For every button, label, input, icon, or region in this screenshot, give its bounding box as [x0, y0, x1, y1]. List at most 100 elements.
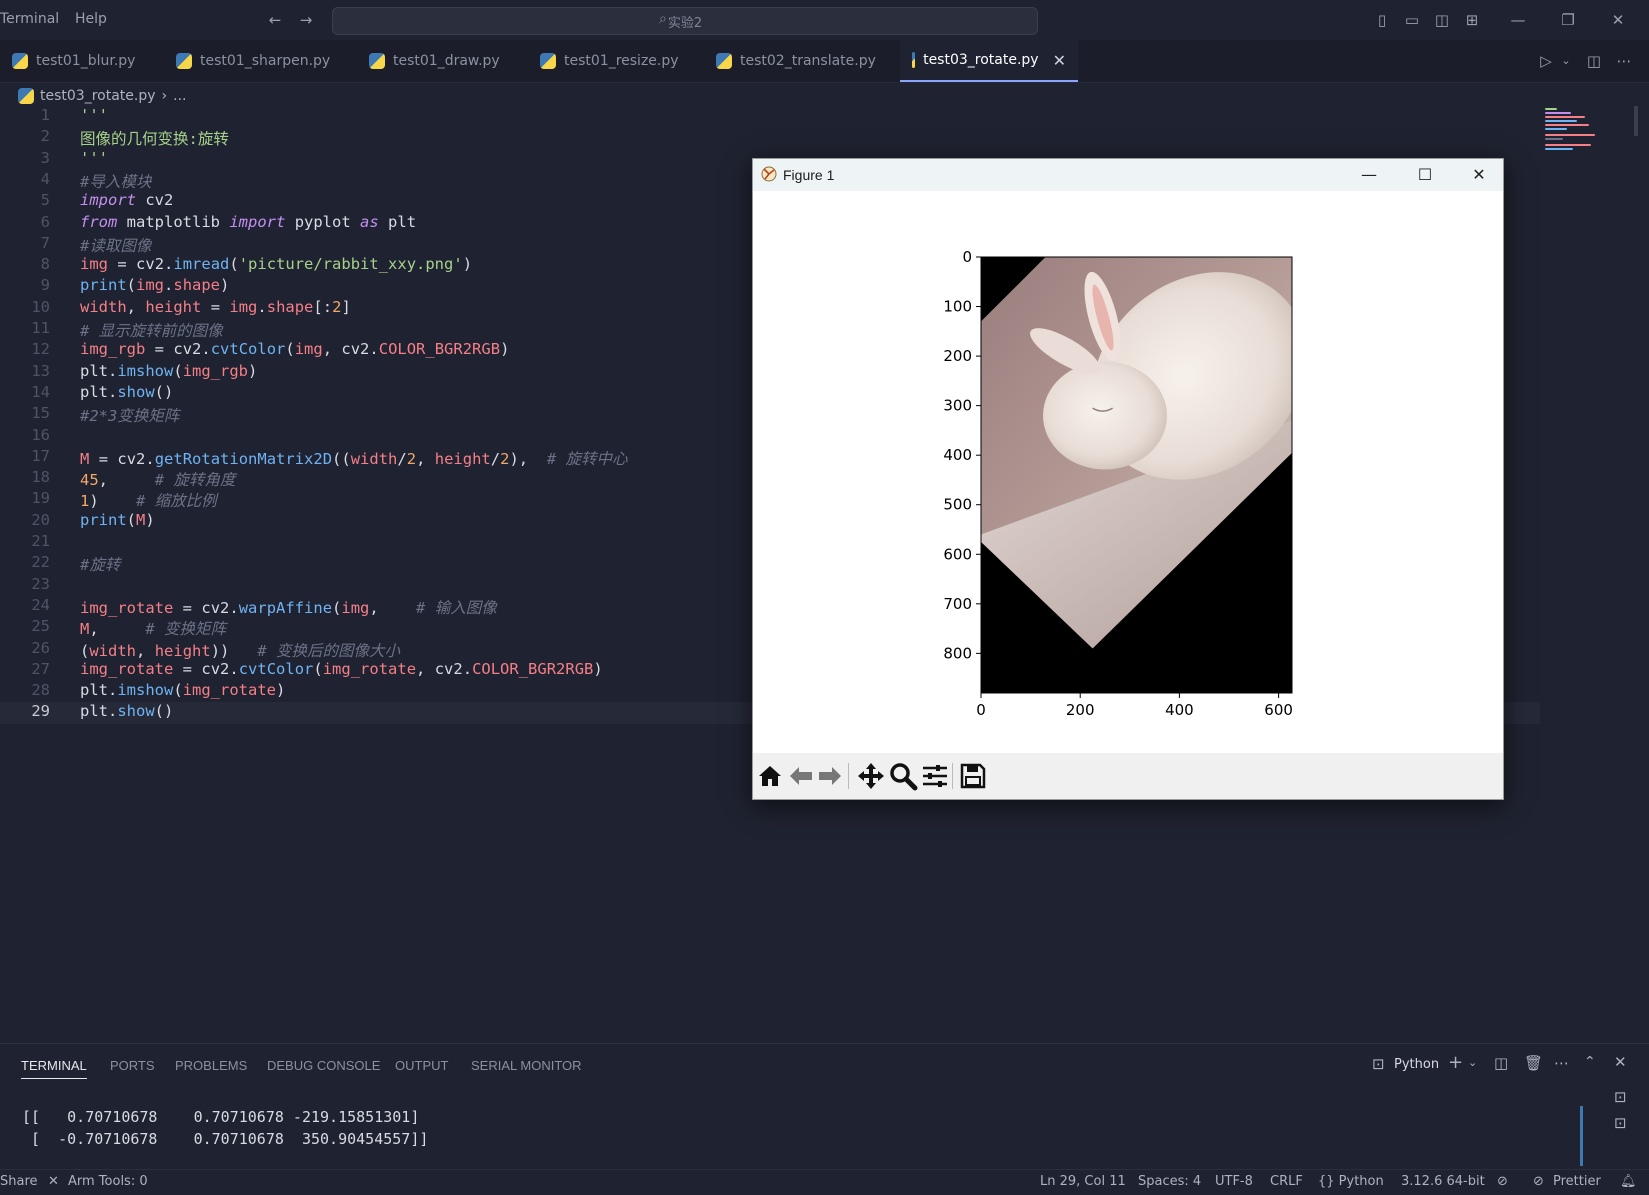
kill-terminal-icon[interactable]: 🗑 [1524, 1054, 1543, 1072]
status-arm-tools[interactable]: Arm Tools: 0 [68, 1174, 148, 1189]
panel-tab-output[interactable]: OUTPUT [395, 1058, 448, 1073]
terminal-instance-icon[interactable]: ⊡ [1614, 1114, 1627, 1132]
matplotlib-figure-window[interactable]: Figure 1 — ☐ ✕ 0 200 400 600 0 100 200 3… [752, 158, 1504, 800]
window-close-icon[interactable]: ✕ [1608, 10, 1628, 30]
breadcrumb: test03_rotate.py › ... [18, 86, 186, 106]
line-number: 3 [40, 148, 50, 167]
minimap[interactable] [1545, 108, 1615, 158]
panel-tab-problems[interactable]: PROBLEMS [175, 1058, 247, 1073]
title-bar: Terminal Help ← → 实验2 ⌕ ▯ ▭ ◫ ⊞ — ❐ ✕ [0, 0, 1649, 40]
status-eol[interactable]: CRLF [1270, 1174, 1303, 1189]
menu-terminal[interactable]: Terminal [0, 11, 59, 27]
customize-layout-icon[interactable]: ⊞ [1462, 10, 1482, 30]
run-file-icon[interactable]: ▷ [1536, 51, 1556, 71]
breadcrumb-more[interactable]: ... [173, 88, 186, 104]
line-number: 22 [31, 553, 50, 572]
back-arrow-icon[interactable] [786, 761, 816, 791]
menu-help[interactable]: Help [75, 11, 107, 27]
line-number: 7 [40, 233, 50, 252]
editor-tab-bar: test01_blur.py test01_sharpen.py test01_… [0, 40, 1649, 83]
line-number: 12 [31, 340, 50, 359]
line-number: 16 [31, 425, 50, 444]
code-line[interactable]: 2 图像的几何变换:旋转 [0, 127, 1540, 149]
forward-arrow-icon[interactable] [815, 761, 845, 791]
line-number: 26 [31, 638, 50, 657]
status-prettier[interactable]: Prettier [1553, 1174, 1601, 1189]
status-bar: Share ✕ Arm Tools: 0 Ln 29, Col 11 Space… [0, 1169, 1649, 1195]
status-indentation[interactable]: Spaces: 4 [1138, 1174, 1201, 1189]
toggle-panel-icon[interactable]: ▭ [1402, 10, 1422, 30]
figure-title-bar[interactable]: Figure 1 — ☐ ✕ [753, 159, 1503, 191]
split-editor-icon[interactable]: ◫ [1584, 51, 1604, 71]
line-number: 11 [31, 319, 50, 337]
tab-label: test01_blur.py [36, 53, 136, 69]
tab-test02-translate[interactable]: test02_translate.py [704, 40, 900, 82]
save-icon[interactable] [958, 761, 988, 791]
line-number: 4 [40, 169, 50, 188]
notifications-bell-icon[interactable]: 🔔︎ [1620, 1174, 1637, 1189]
code-text: #读取图像 [80, 236, 152, 255]
panel-tab-terminal[interactable]: TERMINAL [21, 1058, 87, 1079]
figure-canvas[interactable]: 0 200 400 600 0 100 200 300 400 500 600 700 800 [753, 191, 1503, 753]
status-cursor-position[interactable]: Ln 29, Col 11 [1040, 1174, 1126, 1189]
chevron-down-icon[interactable]: ⌄ [1468, 1056, 1477, 1069]
code-text: ''' [80, 148, 108, 167]
y-tick-label: 100 [943, 298, 972, 316]
y-tick-label: 0 [962, 248, 972, 266]
code-text: print(M) [80, 510, 155, 529]
line-number: 15 [31, 404, 50, 423]
breadcrumb-file[interactable]: test03_rotate.py [40, 88, 156, 104]
figure-title: Figure 1 [783, 167, 835, 183]
python-file-icon [176, 53, 192, 69]
line-number: 14 [31, 382, 50, 401]
back-arrow-icon[interactable]: ← [265, 10, 285, 30]
terminal-instance-icon[interactable]: ⊡ [1614, 1088, 1627, 1106]
toggle-primary-sidebar-icon[interactable]: ▯ [1372, 10, 1392, 30]
x-tick-label: 600 [1264, 701, 1293, 719]
panel-tab-ports[interactable]: PORTS [110, 1058, 155, 1073]
tab-test01-draw[interactable]: test01_draw.py [357, 40, 527, 82]
more-actions-icon[interactable]: ⋯ [1614, 51, 1634, 71]
code-line[interactable]: 1 ''' [0, 106, 1540, 128]
panel-tab-debug-console[interactable]: DEBUG CONSOLE [267, 1058, 380, 1073]
window-minimize-icon[interactable]: — [1508, 10, 1528, 30]
figure-minimize-button[interactable]: — [1349, 163, 1389, 187]
close-panel-icon[interactable]: ✕ [1614, 1053, 1627, 1071]
panel-tab-serial-monitor[interactable]: SERIAL MONITOR [471, 1058, 582, 1073]
y-tick-label: 700 [943, 595, 972, 613]
status-interpreter[interactable]: 3.12.6 64-bit [1401, 1174, 1485, 1189]
copilot-icon[interactable]: ⊘ [1497, 1174, 1508, 1189]
zoom-icon[interactable] [888, 761, 918, 791]
editor-scrollbar[interactable] [1634, 106, 1638, 136]
tab-test01-resize[interactable]: test01_resize.py [528, 40, 703, 82]
status-language[interactable]: {} Python [1318, 1174, 1384, 1189]
line-number: 2 [40, 127, 50, 146]
tab-close-icon[interactable]: ✕ [1053, 51, 1066, 70]
tab-test03-rotate[interactable]: test03_rotate.py ✕ [900, 40, 1078, 82]
forward-arrow-icon[interactable]: → [296, 10, 316, 30]
configure-subplots-icon[interactable] [920, 761, 950, 791]
toggle-secondary-sidebar-icon[interactable]: ◫ [1432, 10, 1452, 30]
status-share[interactable]: Share [0, 1174, 38, 1189]
code-text: # 显示旋转前的图像 [80, 322, 223, 340]
window-restore-icon[interactable]: ❐ [1558, 10, 1578, 30]
maximize-panel-icon[interactable]: ⌃ [1584, 1054, 1596, 1070]
terminal-shell-icon: ⊡ [1372, 1055, 1385, 1073]
figure-close-button[interactable]: ✕ [1459, 163, 1499, 187]
code-text: img = cv2.imread('picture/rabbit_xxy.png… [80, 255, 473, 274]
terminal-shell-label[interactable]: Python [1394, 1057, 1439, 1072]
more-actions-icon[interactable]: ⋯ [1554, 1054, 1569, 1072]
code-text: #旋转 [80, 556, 121, 575]
tab-test01-sharpen[interactable]: test01_sharpen.py [164, 40, 354, 82]
chevron-down-icon[interactable]: ⌄ [1556, 51, 1576, 71]
pan-icon[interactable] [856, 761, 886, 791]
tab-test01-blur[interactable]: test01_blur.py [0, 40, 160, 82]
tab-label: test01_resize.py [564, 53, 679, 69]
code-text: print(img.shape) [80, 276, 230, 295]
status-encoding[interactable]: UTF-8 [1215, 1174, 1253, 1189]
figure-maximize-button[interactable]: ☐ [1405, 163, 1445, 187]
command-center-search[interactable]: 实验2 ⌕ [332, 7, 1038, 35]
new-terminal-icon[interactable]: + [1448, 1052, 1463, 1073]
split-terminal-icon[interactable]: ◫ [1494, 1054, 1508, 1072]
home-icon[interactable] [755, 761, 785, 791]
